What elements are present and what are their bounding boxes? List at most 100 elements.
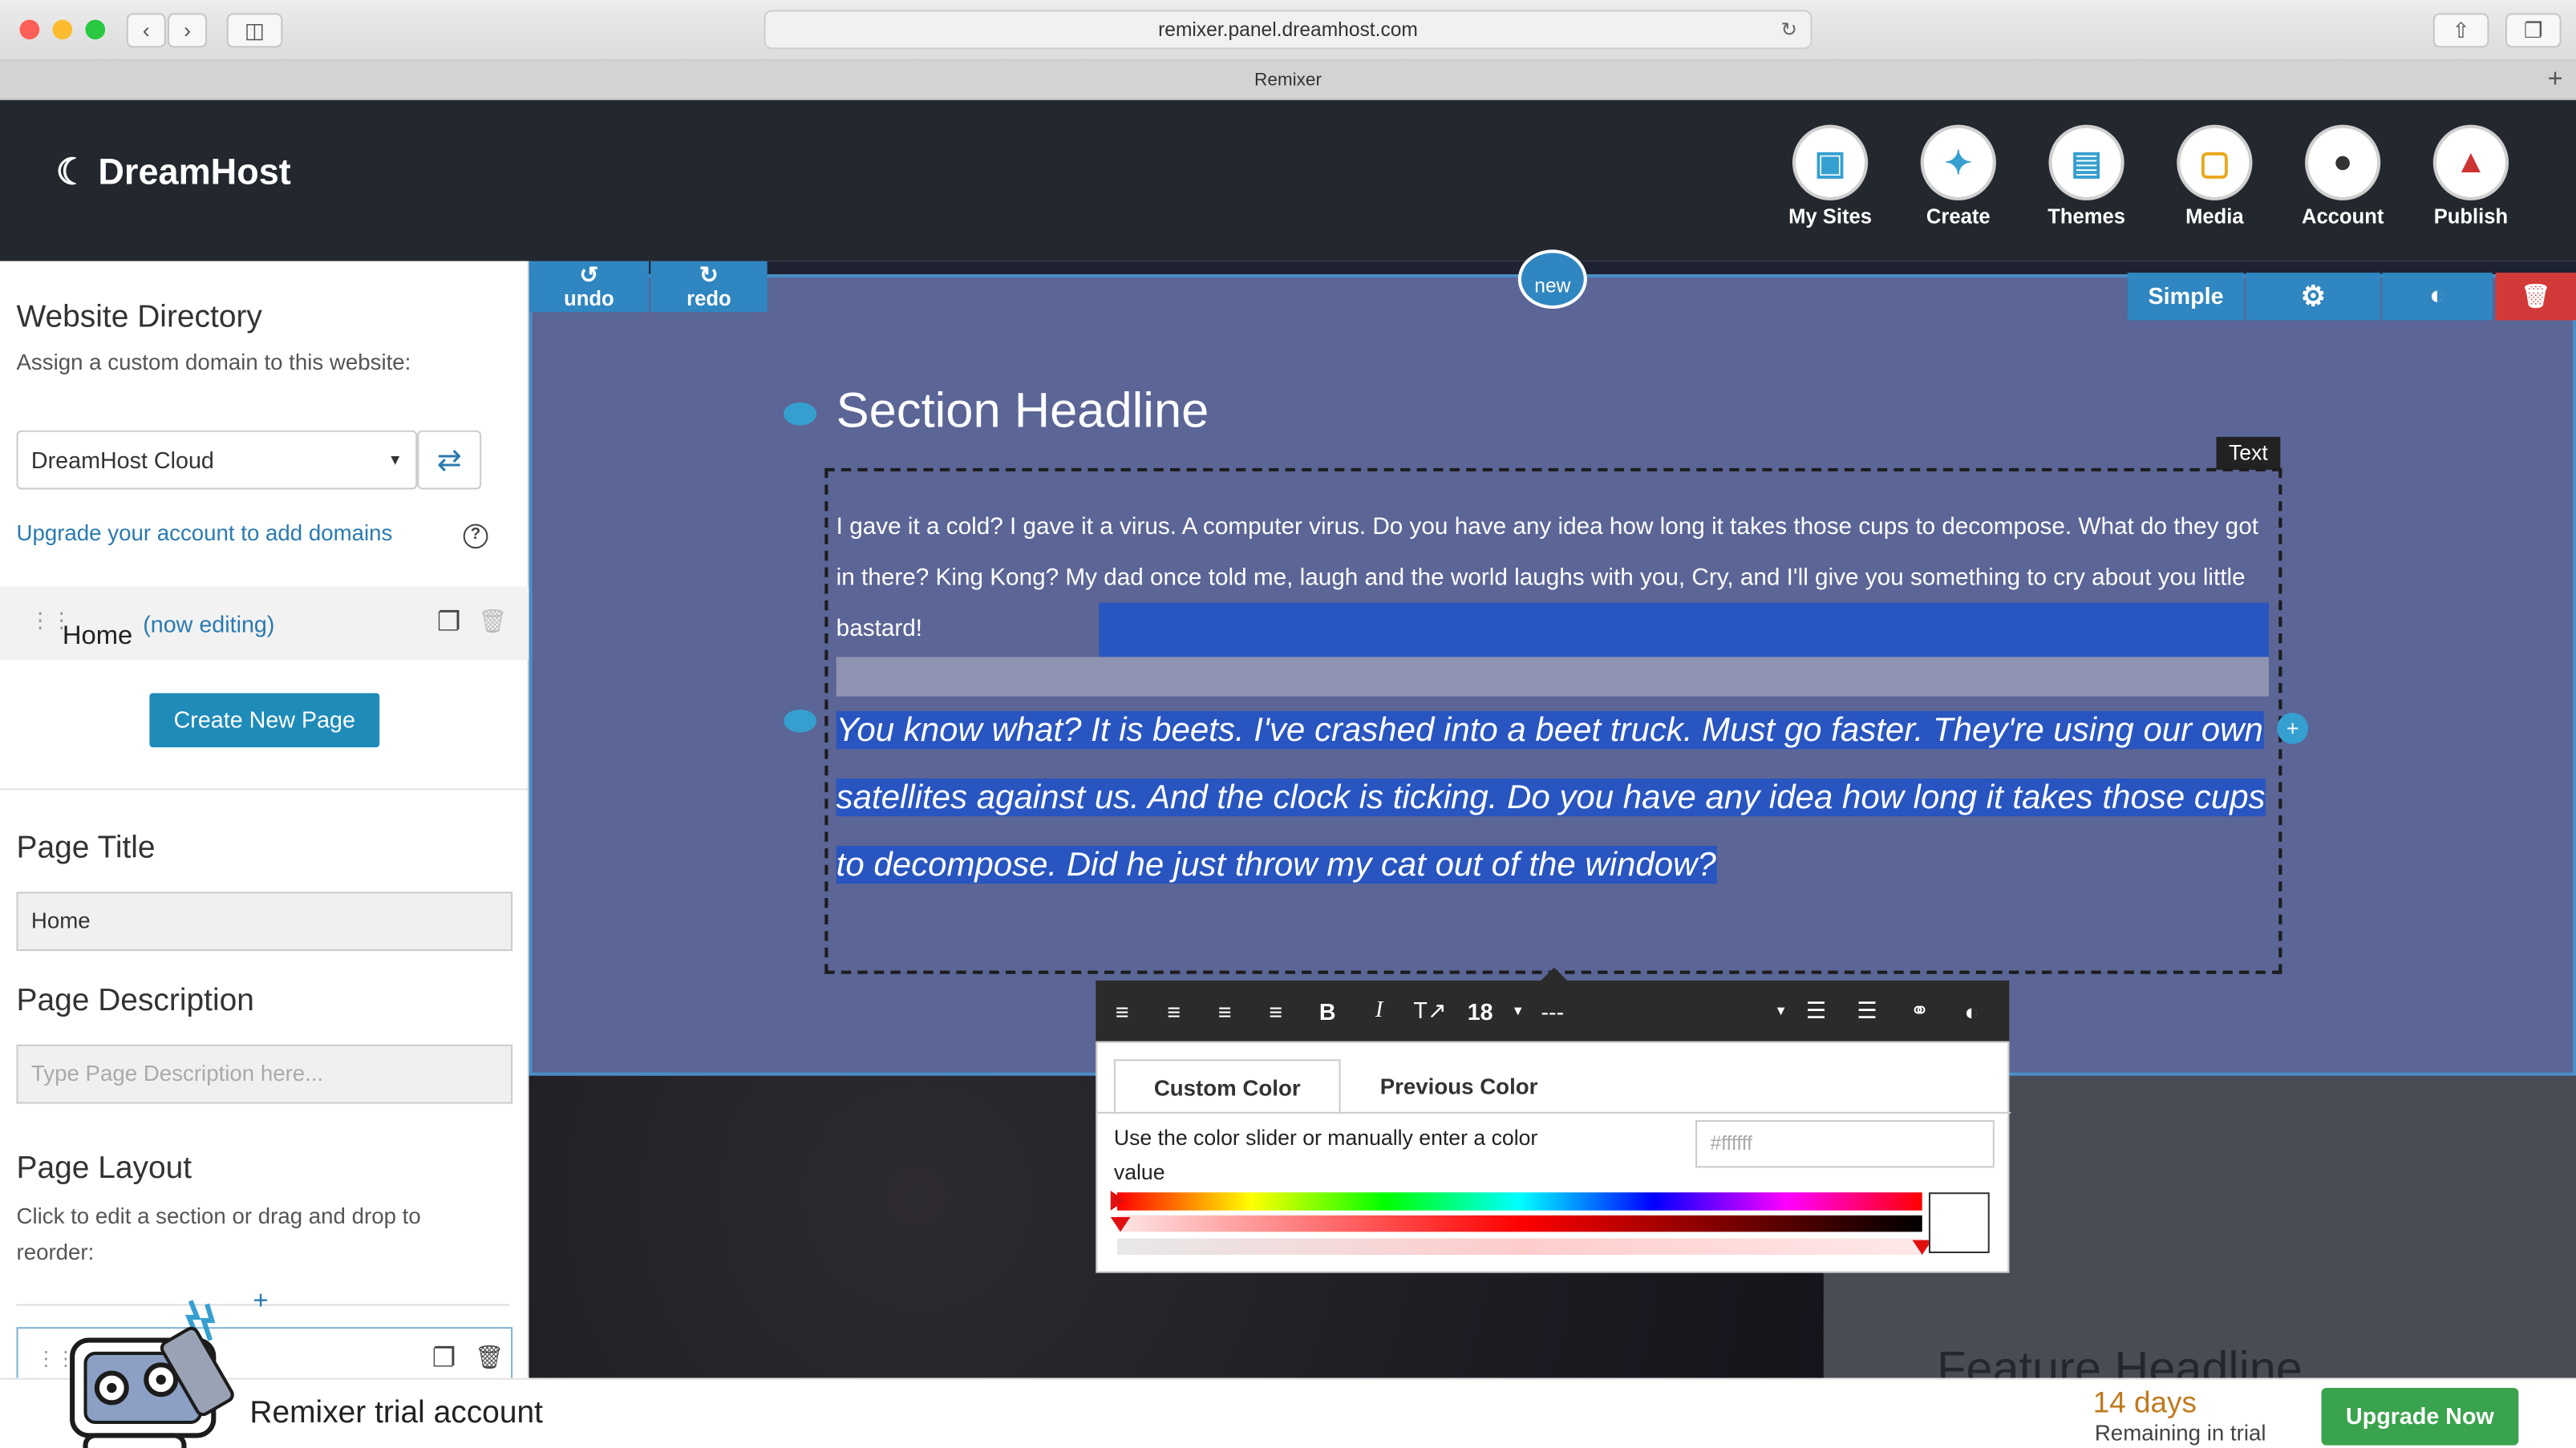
caret-down-icon: ▼: [387, 451, 403, 468]
hue-slider[interactable]: [1116, 1192, 1922, 1211]
delete-section-icon[interactable]: 🗑: [2495, 273, 2576, 321]
caret-down-icon[interactable]: ▼: [1505, 1004, 1531, 1018]
page-title-value: Home: [30, 908, 91, 933]
browser-toolbar: ‹ › ◫ remixer.panel.dreamhost.com ↻ ⇧ ❐: [0, 0, 2576, 61]
new-section-button[interactable]: new: [1517, 249, 1587, 309]
address-bar[interactable]: remixer.panel.dreamhost.com ↻: [763, 10, 1813, 50]
tab-bar: Remixer +: [0, 60, 2576, 100]
visibility-eye-icon[interactable]: [784, 709, 817, 733]
page-description-input[interactable]: Type Page Description here...: [16, 1044, 513, 1104]
new-tab-icon[interactable]: +: [2548, 61, 2563, 100]
text-block-tag: Text: [2216, 436, 2281, 470]
color-help-text: Use the color slider or manually enter a…: [1113, 1125, 1538, 1184]
nav-create[interactable]: ✦ Create: [1901, 124, 2015, 229]
nav-themes[interactable]: ▤ Themes: [2029, 124, 2144, 229]
page-layout-heading: Page Layout: [16, 1151, 192, 1187]
simple-label: Simple: [2148, 282, 2224, 309]
duplicate-icon[interactable]: ❐: [437, 606, 460, 639]
trash-icon[interactable]: 🗑: [478, 608, 507, 636]
text-format-toolbar: ≡ ≡ ≡ ≡ B I T↗ 18 ▼ --- ▼ ☰ ☰ ⚭ ◐: [1096, 980, 2010, 1042]
nav-media[interactable]: ▢ Media: [2157, 124, 2272, 229]
upgrade-domains-link[interactable]: Upgrade your account to add domains: [16, 520, 392, 545]
gear-icon[interactable]: ⚙: [2246, 273, 2381, 321]
remixer-robot-mascot: [63, 1297, 243, 1448]
page-title-input[interactable]: Home: [16, 892, 513, 952]
minimize-window-icon[interactable]: [52, 19, 73, 40]
text-selection: [836, 657, 2269, 697]
redo-label: redo: [687, 287, 731, 311]
caret-down-icon[interactable]: ▼: [1574, 1004, 1790, 1018]
color-swatch: [1928, 1192, 1990, 1254]
hex-color-input[interactable]: #ffffff: [1695, 1120, 1995, 1168]
trash-icon[interactable]: 🗑: [475, 1344, 504, 1372]
font-size-value[interactable]: 18: [1456, 997, 1505, 1024]
shade-slider[interactable]: [1116, 1215, 1922, 1232]
nav-label: Publish: [2433, 205, 2509, 229]
nav-my-sites[interactable]: ▣ My Sites: [1772, 124, 1887, 229]
sidebar-toggle-icon[interactable]: ◫: [226, 13, 283, 48]
trial-account-label: Remixer trial account: [249, 1396, 543, 1431]
section-headline[interactable]: Section Headline: [836, 384, 1209, 440]
tabs-overview-icon[interactable]: ❐: [2505, 13, 2562, 48]
page-title-heading: Page Title: [16, 831, 156, 866]
dreamhost-logo[interactable]: ☾ DreamHost: [56, 151, 291, 193]
my-sites-icon: ▣: [1792, 124, 1869, 200]
align-center-icon[interactable]: ≡: [1148, 997, 1200, 1024]
nav-label: Account: [2301, 205, 2384, 229]
add-element-icon[interactable]: +: [2277, 713, 2309, 744]
undo-button[interactable]: ↺ undo: [529, 261, 650, 313]
close-window-icon[interactable]: [19, 19, 40, 40]
help-icon[interactable]: ?: [463, 524, 488, 549]
link-icon[interactable]: ⚭: [1893, 997, 1947, 1025]
align-right-icon[interactable]: ≡: [1199, 997, 1250, 1024]
back-icon[interactable]: ‹: [126, 13, 166, 48]
domain-selected-value: DreamHost Cloud: [30, 447, 214, 473]
text-size-icon[interactable]: T↗: [1404, 997, 1456, 1025]
style-select-value[interactable]: ---: [1531, 997, 1574, 1024]
tab-previous-color[interactable]: Previous Color: [1344, 1059, 1574, 1112]
color-contrast-icon[interactable]: ◐: [1946, 997, 1995, 1024]
tab-title[interactable]: Remixer: [1254, 71, 1322, 91]
reload-icon[interactable]: ↻: [1780, 18, 1797, 42]
hue-handle[interactable]: [1110, 1191, 1126, 1211]
numbered-list-icon[interactable]: ☰: [1841, 997, 1893, 1025]
bold-icon[interactable]: B: [1301, 997, 1354, 1024]
redo-icon: ↻: [699, 261, 719, 288]
hex-placeholder: #ffffff: [1710, 1131, 1752, 1155]
paragraph-2[interactable]: You know what? It is beets. I've crashed…: [836, 697, 2269, 899]
page-description-placeholder: Type Page Description here...: [30, 1061, 324, 1086]
new-label: new: [1534, 274, 1571, 297]
sync-icon[interactable]: ⇄: [417, 430, 482, 490]
paragraph-1[interactable]: I gave it a cold? I gave it a virus. A c…: [836, 503, 2266, 656]
website-directory-title: Website Directory: [16, 300, 262, 335]
zoom-window-icon[interactable]: [85, 19, 106, 40]
domain-select[interactable]: DreamHost Cloud ▼: [16, 430, 418, 490]
redo-button[interactable]: ↻ redo: [650, 261, 768, 313]
nav-publish[interactable]: ▲ Publish: [2413, 124, 2528, 229]
share-icon[interactable]: ⇧: [2432, 13, 2489, 48]
simple-mode-button[interactable]: Simple: [2127, 273, 2245, 321]
add-section-icon[interactable]: +: [253, 1288, 268, 1317]
themes-icon: ▤: [2048, 124, 2124, 200]
visibility-eye-icon[interactable]: [784, 402, 817, 426]
nav-account[interactable]: ● Account: [2285, 124, 2400, 229]
create-new-page-button[interactable]: Create New Page: [149, 693, 380, 748]
selected-text: You know what? It is beets. I've crashed…: [836, 711, 2266, 884]
page-status: (now editing): [143, 611, 275, 637]
tab-label: Custom Color: [1153, 1075, 1301, 1101]
bullet-list-icon[interactable]: ☰: [1791, 997, 1842, 1025]
forward-icon[interactable]: ›: [167, 13, 208, 48]
rocket-icon: ▲: [2432, 124, 2509, 200]
upgrade-now-button[interactable]: Upgrade Now: [2321, 1387, 2519, 1446]
opacity-slider[interactable]: [1116, 1238, 1922, 1256]
align-justify-icon[interactable]: ≡: [1250, 997, 1302, 1024]
folder-icon: ▢: [2177, 124, 2253, 200]
page-description-heading: Page Description: [16, 984, 254, 1019]
italic-icon[interactable]: I: [1354, 997, 1405, 1024]
duplicate-icon[interactable]: ❐: [432, 1342, 456, 1375]
shade-handle[interactable]: [1110, 1216, 1131, 1232]
moon-logo-icon: ☾: [55, 151, 89, 192]
palette-icon[interactable]: ◐: [2382, 273, 2493, 321]
align-left-icon[interactable]: ≡: [1096, 997, 1148, 1024]
tab-custom-color[interactable]: Custom Color: [1113, 1059, 1341, 1112]
